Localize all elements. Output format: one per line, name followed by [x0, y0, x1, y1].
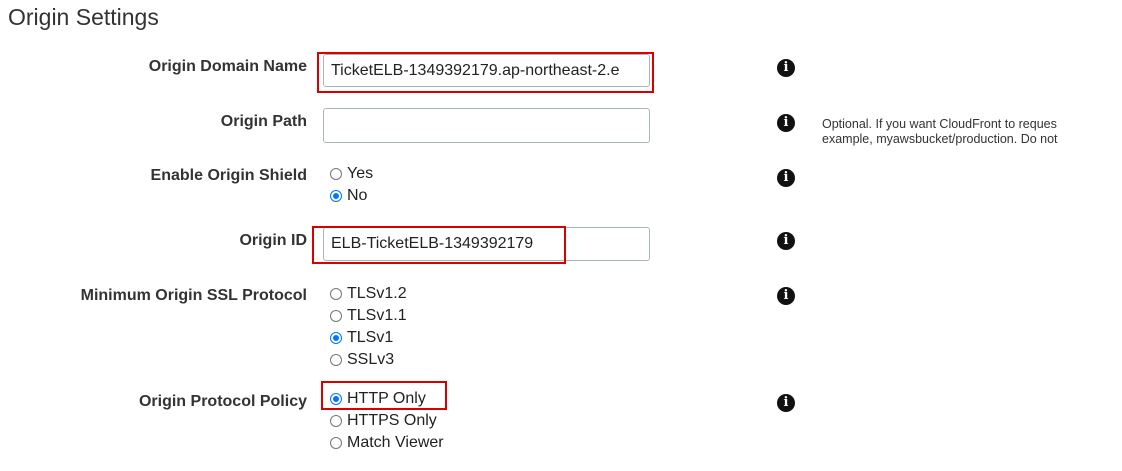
ssl-protocol-radio-group: TLSv1.2 TLSv1.1 TLSv1 SSLv3: [330, 283, 407, 371]
ssl-option-tlsv1-1[interactable]: TLSv1.1: [330, 305, 407, 327]
origin-path-label: Origin Path: [220, 113, 307, 130]
info-icon[interactable]: i: [777, 232, 795, 250]
radio-label: TLSv1.2: [347, 285, 407, 302]
radio-button-selected[interactable]: [330, 332, 342, 344]
ssl-option-tlsv1-2[interactable]: TLSv1.2: [330, 283, 407, 305]
radio-label: HTTP Only: [347, 390, 426, 407]
radio-label: Yes: [347, 165, 374, 182]
radio-label: No: [347, 187, 368, 204]
origin-shield-option-yes[interactable]: Yes: [330, 163, 373, 185]
origin-protocol-policy-label: Origin Protocol Policy: [138, 393, 307, 410]
ssl-option-sslv3[interactable]: SSLv3: [330, 349, 407, 371]
radio-button-selected[interactable]: [330, 190, 342, 202]
protocol-option-http-only[interactable]: HTTP Only: [330, 388, 444, 410]
ssl-option-tlsv1[interactable]: TLSv1: [330, 327, 407, 349]
info-icon[interactable]: i: [777, 114, 795, 132]
info-icon[interactable]: i: [777, 59, 795, 77]
radio-label: HTTPS Only: [347, 412, 437, 429]
origin-shield-option-no[interactable]: No: [330, 185, 373, 207]
radio-button[interactable]: [330, 288, 342, 300]
radio-label: Match Viewer: [347, 434, 444, 451]
origin-protocol-policy-radio-group: HTTP Only HTTPS Only Match Viewer: [330, 388, 444, 454]
radio-button[interactable]: [330, 168, 342, 180]
radio-button[interactable]: [330, 354, 342, 366]
origin-path-input[interactable]: [323, 108, 650, 143]
enable-origin-shield-label: Enable Origin Shield: [150, 167, 307, 184]
info-icon[interactable]: i: [777, 394, 795, 412]
minimum-origin-ssl-protocol-label: Minimum Origin SSL Protocol: [80, 287, 307, 304]
origin-domain-name-input[interactable]: [323, 54, 650, 87]
enable-origin-shield-radio-group: Yes No: [330, 163, 373, 207]
origin-path-help-line-1: Optional. If you want CloudFront to requ…: [822, 117, 1057, 131]
radio-button[interactable]: [330, 437, 342, 449]
radio-button[interactable]: [330, 310, 342, 322]
origin-domain-name-label: Origin Domain Name: [148, 58, 307, 75]
section-title: Origin Settings: [8, 4, 159, 30]
origin-path-help-text: Optional. If you want CloudFront to requ…: [822, 117, 1122, 147]
radio-button[interactable]: [330, 415, 342, 427]
radio-button-selected[interactable]: [330, 393, 342, 405]
radio-label: TLSv1.1: [347, 307, 407, 324]
info-icon[interactable]: i: [777, 287, 795, 305]
radio-label: TLSv1: [347, 329, 394, 346]
origin-id-label: Origin ID: [239, 232, 307, 249]
origin-path-help-line-2: example, myawsbucket/production. Do not: [822, 132, 1058, 146]
origin-id-input[interactable]: [323, 227, 650, 261]
protocol-option-match-viewer[interactable]: Match Viewer: [330, 432, 444, 454]
protocol-option-https-only[interactable]: HTTPS Only: [330, 410, 444, 432]
info-icon[interactable]: i: [777, 169, 795, 187]
radio-label: SSLv3: [347, 351, 395, 368]
